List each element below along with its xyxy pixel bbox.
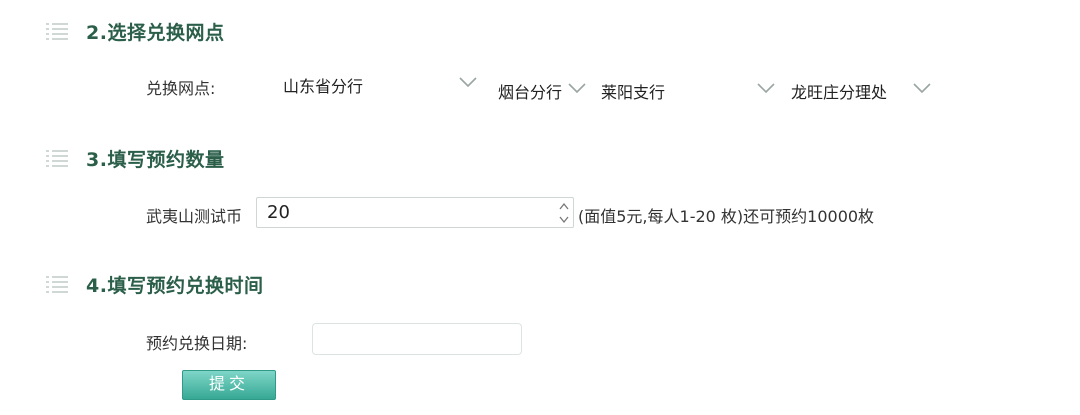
chevron-down-icon [459,77,477,88]
province-select[interactable]: 山东省分行 [283,72,483,98]
province-select-value: 山东省分行 [283,77,364,96]
submit-button[interactable]: 提交 [182,370,276,400]
chevron-down-icon [568,83,586,94]
section-quantity-header: 3.填写预约数量 [46,146,225,171]
branch-label: 兑换网点: [146,79,216,98]
section-branch-title: 2.选择兑换网点 [86,21,225,44]
city-select[interactable]: 烟台分行 [498,78,588,104]
section-time-header: 4.填写预约兑换时间 [46,272,264,297]
list-icon [46,150,68,167]
quantity-hint: (面值5元,每人1-20 枚)还可预约10000枚 [578,207,875,226]
quantity-input[interactable]: 20 [256,197,574,228]
quantity-input-value: 20 [267,202,290,223]
outlet-select[interactable]: 龙旺庄分理处 [791,78,936,104]
date-field[interactable] [312,323,522,355]
section-quantity-title: 3.填写预约数量 [86,148,225,171]
section-time-title: 4.填写预约兑换时间 [86,274,264,297]
spinner-icon[interactable] [559,201,569,225]
subbranch-select[interactable]: 莱阳支行 [601,78,781,104]
reservation-form: 2.选择兑换网点 兑换网点: 山东省分行 烟台分行 莱阳支行 龙旺庄分理处 3.… [0,0,1080,415]
list-icon [46,23,68,40]
chevron-down-icon [757,83,775,94]
subbranch-select-value: 莱阳支行 [601,83,666,102]
chevron-down-icon [913,83,931,94]
section-branch-header: 2.选择兑换网点 [46,19,225,44]
list-icon [46,276,68,293]
date-label: 预约兑换日期: [146,334,248,353]
outlet-select-value: 龙旺庄分理处 [791,83,888,102]
coin-label: 武夷山测试币 [146,207,243,226]
city-select-value: 烟台分行 [498,83,563,102]
